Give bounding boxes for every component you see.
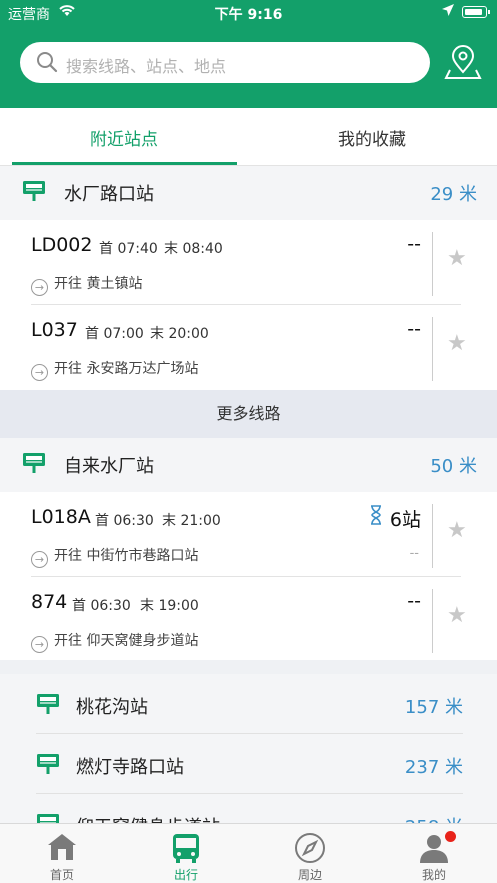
tab-home[interactable]: 首页 bbox=[0, 824, 124, 883]
route-eta: -- bbox=[407, 590, 421, 612]
station-distance: 29 米 bbox=[430, 184, 477, 205]
tab-mine[interactable]: 我的 bbox=[372, 824, 496, 883]
route-row[interactable]: 874 首 06:30 末 19:00 → 开往 仰天窝健身步道站 -- ★ bbox=[0, 577, 497, 662]
divider bbox=[432, 232, 433, 296]
tab-label: 出行 bbox=[173, 868, 198, 882]
arrow-right-icon: → bbox=[31, 279, 48, 296]
route-row[interactable]: L037 首 07:00 末 20:00 → 开往 永安路万达广场站 -- ★ bbox=[0, 305, 497, 390]
route-direction: → 开往 仰天窝健身步道站 bbox=[31, 630, 198, 653]
arrow-right-icon: → bbox=[31, 636, 48, 653]
notification-badge bbox=[445, 831, 456, 842]
search-bar[interactable]: 搜索线路、站点、地点 bbox=[20, 42, 430, 83]
tab-favorites[interactable]: 我的收藏 bbox=[248, 125, 496, 150]
divider bbox=[432, 589, 433, 653]
station-distance: 157 米 bbox=[404, 697, 463, 718]
route-first-time: 首 07:40 bbox=[99, 241, 158, 257]
compass-icon bbox=[295, 833, 325, 863]
station-header-secondary[interactable]: 自来水厂站 50 米 bbox=[0, 438, 497, 492]
route-code: 874 bbox=[31, 591, 68, 613]
status-bar: 运营商 下午 9:16 bbox=[0, 0, 497, 26]
route-first-time: 首 06:30 bbox=[72, 598, 131, 614]
tab-travel[interactable]: 出行 bbox=[124, 824, 248, 883]
route-list-secondary: L018A 首 06:30 末 21:00 → 开往 中街竹市巷路口站 6站 --… bbox=[0, 492, 497, 660]
station-name: 水厂路口站 bbox=[64, 184, 154, 205]
tab-nearby[interactable]: 周边 bbox=[248, 824, 372, 883]
star-icon[interactable]: ★ bbox=[447, 246, 467, 271]
tab-bar-top: 附近站点 我的收藏 bbox=[0, 108, 497, 166]
route-code: L037 bbox=[31, 319, 78, 341]
route-direction: → 开往 中街竹市巷路口站 bbox=[31, 545, 198, 568]
route-eta-sub: -- bbox=[409, 546, 419, 561]
divider bbox=[432, 317, 433, 381]
bus-stop-icon bbox=[36, 753, 60, 779]
battery-icon bbox=[462, 6, 490, 18]
arrow-right-icon: → bbox=[31, 551, 48, 568]
bus-stop-icon bbox=[22, 180, 46, 206]
tab-label: 我的 bbox=[421, 868, 446, 882]
more-routes-button[interactable]: 更多线路 bbox=[0, 390, 497, 438]
bottom-tab-bar: 首页 出行 周边 我的 bbox=[0, 823, 497, 883]
active-tab-indicator bbox=[12, 162, 237, 165]
search-icon bbox=[36, 51, 58, 77]
tab-nearby-stations[interactable]: 附近站点 bbox=[0, 125, 248, 150]
route-code: L018A bbox=[31, 506, 91, 528]
header: 运营商 下午 9:16 搜索线路、站点、地点 bbox=[0, 0, 497, 108]
route-code: LD002 bbox=[31, 234, 93, 256]
star-icon[interactable]: ★ bbox=[447, 518, 467, 543]
hourglass-icon bbox=[369, 505, 383, 529]
station-distance: 50 米 bbox=[430, 456, 477, 477]
other-stations-list: 桃花沟站 157 米 燃灯寺路口站 237 米 仰天窝健身步道站 258 米 bbox=[0, 674, 497, 834]
station-header-primary[interactable]: 水厂路口站 29 米 bbox=[0, 166, 497, 220]
route-last-time: 末 20:00 bbox=[150, 326, 209, 342]
arrow-right-icon: → bbox=[31, 364, 48, 381]
tab-label: 周边 bbox=[297, 868, 322, 882]
status-time: 下午 9:16 bbox=[214, 7, 283, 23]
tab-label: 首页 bbox=[49, 868, 74, 882]
station-distance: 237 米 bbox=[404, 757, 463, 778]
route-direction: → 开往 永安路万达广场站 bbox=[31, 358, 198, 381]
route-row[interactable]: LD002 首 07:40 末 08:40 → 开往 黄土镇站 -- ★ bbox=[0, 220, 497, 305]
route-direction: → 开往 黄土镇站 bbox=[31, 273, 142, 296]
location-arrow-icon bbox=[441, 3, 455, 21]
route-last-time: 末 08:40 bbox=[164, 241, 223, 257]
route-eta: -- bbox=[407, 233, 421, 255]
route-last-time: 末 19:00 bbox=[140, 598, 199, 614]
route-list-primary: LD002 首 07:40 末 08:40 → 开往 黄土镇站 -- ★ L037… bbox=[0, 220, 497, 390]
route-first-time: 首 07:00 bbox=[85, 326, 144, 342]
station-list-item[interactable]: 桃花沟站 157 米 bbox=[0, 674, 497, 734]
search-input[interactable]: 搜索线路、站点、地点 bbox=[66, 53, 226, 77]
station-list-item[interactable]: 燃灯寺路口站 237 米 bbox=[0, 734, 497, 794]
route-first-time: 首 06:30 bbox=[95, 513, 154, 529]
bus-stop-icon bbox=[22, 452, 46, 478]
divider bbox=[432, 504, 433, 568]
route-eta: 6站 bbox=[389, 509, 421, 531]
bus-stop-icon bbox=[36, 693, 60, 719]
station-name: 自来水厂站 bbox=[64, 456, 154, 477]
bus-icon bbox=[173, 834, 199, 863]
station-name: 桃花沟站 bbox=[76, 697, 148, 718]
route-last-time: 末 21:00 bbox=[162, 513, 221, 529]
map-locate-icon[interactable] bbox=[444, 45, 482, 85]
route-eta: -- bbox=[407, 318, 421, 340]
route-row[interactable]: L018A 首 06:30 末 21:00 → 开往 中街竹市巷路口站 6站 --… bbox=[0, 492, 497, 577]
station-name: 燃灯寺路口站 bbox=[76, 757, 184, 778]
home-icon bbox=[48, 834, 76, 860]
star-icon[interactable]: ★ bbox=[447, 603, 467, 628]
star-icon[interactable]: ★ bbox=[447, 331, 467, 356]
